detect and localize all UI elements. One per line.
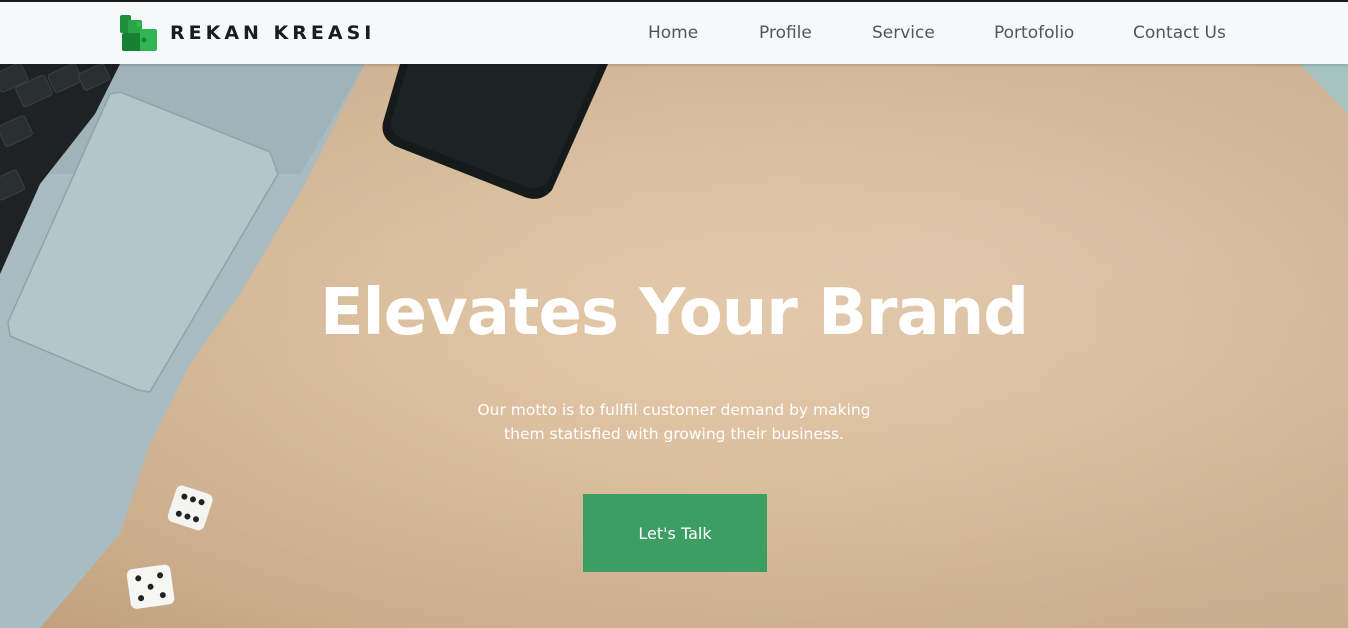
hero-subtitle: Our motto is to fullfil customer demand …: [477, 401, 871, 443]
hero-section: Elevates Your Brand Our motto is to full…: [0, 64, 1348, 628]
nav-service[interactable]: Service: [872, 23, 935, 43]
puzzle-logo-icon[interactable]: [120, 15, 158, 53]
nav-home[interactable]: Home: [648, 23, 698, 43]
brand-name[interactable]: REKAN KREASI: [170, 22, 375, 44]
hero-title: Elevates Your Brand: [319, 276, 1029, 350]
nav-portofolio[interactable]: Portofolio: [994, 23, 1074, 43]
nav-contact-us[interactable]: Contact Us: [1133, 23, 1226, 43]
site-header: REKAN KREASI Home Profile Service Portof…: [0, 2, 1348, 64]
lets-talk-button[interactable]: Let's Talk: [583, 494, 767, 572]
nav-profile[interactable]: Profile: [759, 23, 812, 43]
